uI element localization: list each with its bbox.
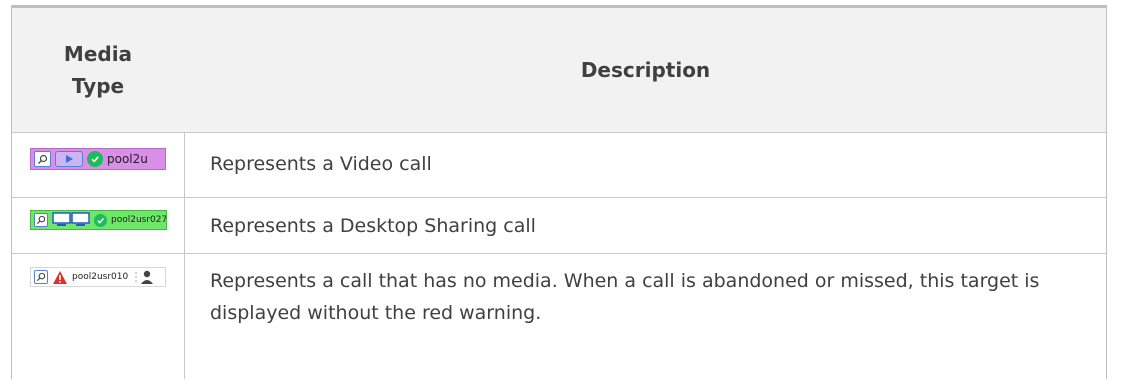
desktop-sharing-target: pool2usr027: [30, 210, 167, 230]
warning-icon: [53, 270, 67, 284]
video-play-icon: [55, 151, 83, 167]
video-call-target: pool2u: [30, 148, 166, 170]
search-icon: [34, 213, 48, 227]
table-row: pool2usr027 Represents a Desktop Sharing…: [12, 198, 1106, 254]
table-row: pool2u Represents a Video call: [12, 133, 1106, 198]
search-icon: [34, 151, 51, 167]
check-icon: [87, 151, 103, 167]
row-description: Represents a Desktop Sharing call: [210, 215, 536, 237]
search-icon: [34, 270, 48, 284]
header-description: Description: [185, 8, 1106, 132]
row-description: Represents a call that has no media. Whe…: [210, 270, 1040, 324]
table-row: pool2usr010 Represents a call that has n…: [12, 254, 1106, 384]
header-description-label: Description: [580, 58, 711, 82]
username-label: pool2usr027: [111, 215, 167, 225]
user-icon: [135, 270, 154, 284]
media-type-table: Media Type Description pool2u Represents…: [11, 5, 1107, 379]
username-label: pool2u: [107, 152, 148, 166]
table-header-row: Media Type Description: [12, 8, 1106, 133]
header-media-type: Media Type: [12, 8, 184, 132]
username-label: pool2usr010: [72, 272, 129, 282]
check-icon: [94, 213, 107, 227]
row-description: Represents a Video call: [210, 153, 432, 175]
no-media-target: pool2usr010: [30, 267, 166, 287]
desktop-monitor-icon: [52, 212, 90, 226]
header-media-type-label: Media Type: [63, 42, 133, 98]
